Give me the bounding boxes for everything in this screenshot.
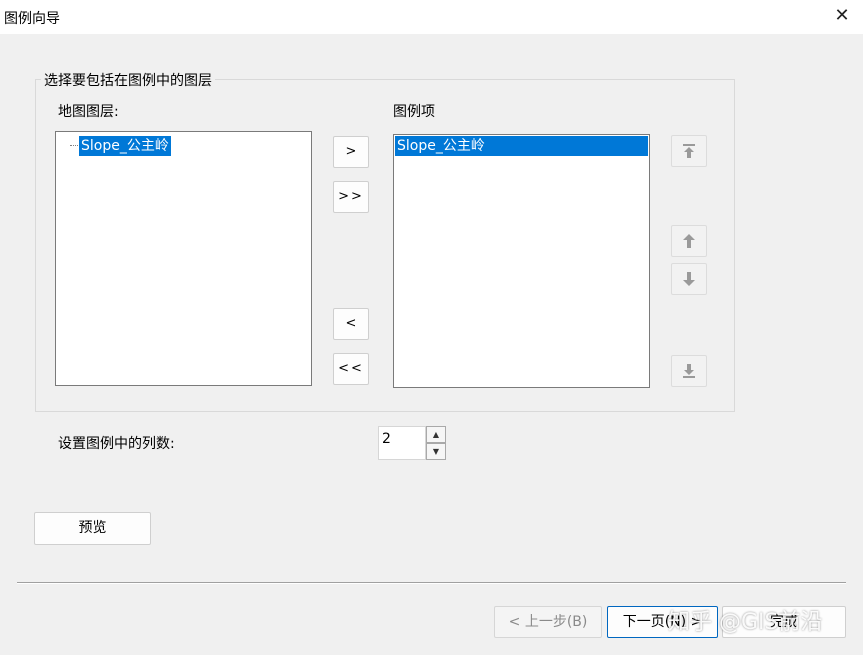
title-bar — [0, 0, 863, 34]
move-to-top-button[interactable] — [671, 135, 707, 167]
map-layers-tree[interactable] — [55, 131, 312, 386]
close-icon[interactable]: ✕ — [832, 6, 852, 26]
map-layers-label: 地图图层: — [58, 104, 119, 120]
finish-button[interactable]: 完成 — [722, 606, 846, 638]
legend-items-list[interactable] — [393, 134, 650, 388]
move-up-button[interactable] — [671, 225, 707, 257]
legend-items-label: 图例项 — [393, 104, 435, 120]
add-all-layers-button[interactable]: >> — [333, 181, 369, 213]
group-label: 选择要包括在图例中的图层 — [41, 70, 215, 90]
move-to-bottom-button[interactable] — [671, 355, 707, 387]
remove-all-layers-button[interactable]: << — [333, 353, 369, 385]
move-bottom-icon — [683, 364, 695, 378]
arrow-down-icon — [683, 272, 695, 286]
footer-separator — [17, 582, 846, 584]
columns-input[interactable]: 2 — [378, 426, 426, 460]
move-top-icon — [683, 144, 695, 158]
back-button[interactable]: < 上一步(B) — [494, 606, 602, 638]
preview-button[interactable]: 预览 — [34, 512, 151, 545]
add-layer-button[interactable]: > — [333, 136, 369, 168]
columns-label: 设置图例中的列数: — [58, 436, 175, 452]
next-button[interactable]: 下一页(N) > — [607, 606, 718, 638]
move-down-button[interactable] — [671, 263, 707, 295]
spin-up-button[interactable]: ▲ — [426, 426, 446, 443]
spin-down-button[interactable]: ▼ — [426, 443, 446, 460]
map-layer-item[interactable]: Slope_公主岭 — [79, 136, 171, 156]
arrow-up-icon — [683, 234, 695, 248]
legend-item[interactable]: Slope_公主岭 — [395, 136, 648, 156]
remove-layer-button[interactable]: < — [333, 308, 369, 340]
window-title: 图例向导 — [4, 11, 60, 27]
